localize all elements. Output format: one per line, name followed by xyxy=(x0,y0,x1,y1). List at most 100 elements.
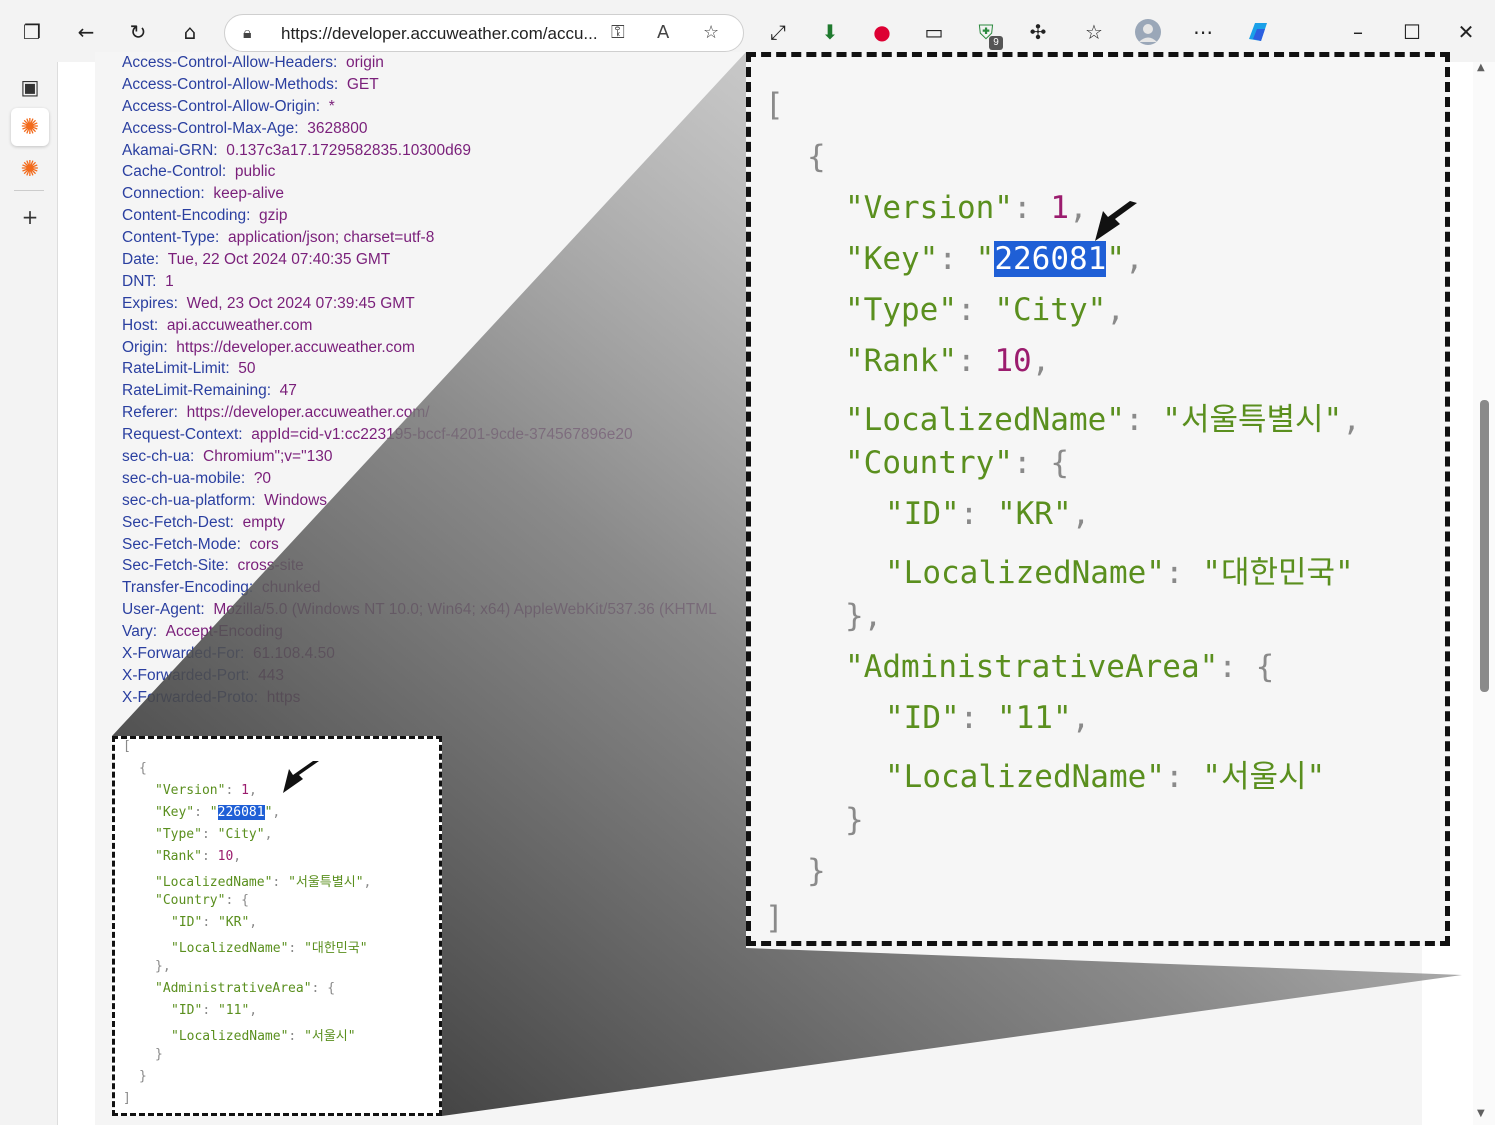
tab-actions-icon[interactable]: ▣ xyxy=(11,68,49,106)
header-row: Request-Context: appId=cid-v1:cc223195-b… xyxy=(122,424,762,446)
header-name: Sec-Fetch-Site: xyxy=(122,557,229,575)
json-key-country: "Country" xyxy=(155,893,226,908)
home-icon[interactable]: ⌂ xyxy=(172,14,208,50)
header-value: appId=cid-v1:cc223195-bccf-4201-9cde-374… xyxy=(251,426,633,444)
copilot-icon[interactable] xyxy=(1240,14,1276,50)
scroll-up-arrow[interactable]: ▲ xyxy=(1477,62,1485,73)
json-key-version: "Version" xyxy=(845,190,1013,226)
workspaces-icon[interactable]: ❐ xyxy=(14,14,50,50)
header-row: Host: api.accuweather.com xyxy=(122,315,762,337)
header-row: Referer: https://developer.accuweather.c… xyxy=(122,402,762,424)
header-value: 0.137c3a17.1729582835.10300d69 xyxy=(226,141,472,159)
header-name: User-Agent: xyxy=(122,601,205,619)
scroll-down-arrow[interactable]: ▼ xyxy=(1477,1108,1485,1119)
close-icon[interactable]: ✕ xyxy=(1448,14,1484,50)
json-value-key-selected[interactable]: 226081 xyxy=(217,805,265,820)
json-value-rank: 10 xyxy=(994,343,1032,379)
header-name: Cache-Control: xyxy=(122,163,227,181)
json-value-country-id: "KR" xyxy=(217,915,250,930)
header-name: X-Forwarded-For: xyxy=(122,645,245,663)
back-icon[interactable]: ← xyxy=(68,14,104,50)
header-name: Akamai-GRN: xyxy=(122,141,218,159)
header-row: Sec-Fetch-Dest: empty xyxy=(122,512,762,534)
header-value: cors xyxy=(249,535,279,553)
url-text[interactable]: https://developer.accuweather.com/accu..… xyxy=(281,24,601,44)
key-icon[interactable]: ⚿ xyxy=(611,22,625,43)
json-key-key: "Key" xyxy=(845,241,939,277)
header-name: RateLimit-Limit: xyxy=(122,360,230,378)
header-row: DNT: 1 xyxy=(122,271,762,293)
address-bar[interactable]: 🔒︎ https://developer.accuweather.com/acc… xyxy=(224,14,744,52)
header-value: api.accuweather.com xyxy=(166,316,313,334)
more-menu-icon[interactable]: ⋯ xyxy=(1185,14,1221,50)
json-response-small: [ { "Version": 1, "Key": "226081", "Type… xyxy=(112,736,442,1116)
color-picker-extension-icon[interactable]: ● xyxy=(864,14,900,50)
header-value: 50 xyxy=(238,360,256,378)
header-value: https xyxy=(266,688,301,706)
lock-icon[interactable]: 🔒︎ xyxy=(243,23,252,43)
header-row: Access-Control-Allow-Origin: * xyxy=(122,96,762,118)
header-row: X-Forwarded-Proto: https xyxy=(122,687,762,709)
tab-accuweather-active[interactable]: ✺ xyxy=(11,108,49,146)
header-row: Access-Control-Allow-Headers: origin xyxy=(122,52,762,74)
header-row: RateLimit-Remaining: 47 xyxy=(122,380,762,402)
header-value: ?0 xyxy=(253,469,272,487)
favorite-star-icon[interactable]: ☆ xyxy=(703,22,719,43)
extension-badge: 9 xyxy=(989,36,1003,50)
header-name: X-Forwarded-Proto: xyxy=(122,688,259,706)
header-value: 1 xyxy=(165,272,174,290)
header-value: gzip xyxy=(259,207,288,225)
header-name: Sec-Fetch-Dest: xyxy=(122,513,234,531)
header-name: Referer: xyxy=(122,404,178,422)
header-row: sec-ch-ua-mobile: ?0 xyxy=(122,468,762,490)
download-extension-icon[interactable]: ⬇ xyxy=(812,14,848,50)
json-value-type: "City" xyxy=(994,292,1107,328)
json-key-country-name: "LocalizedName" xyxy=(885,555,1165,591)
header-value: keep-alive xyxy=(213,185,285,203)
header-value: chunked xyxy=(261,579,321,597)
json-value-type: "City" xyxy=(217,827,265,842)
profile-avatar-icon[interactable] xyxy=(1130,14,1166,50)
pointer-arrow-icon xyxy=(1095,201,1137,241)
header-row: Expires: Wed, 23 Oct 2024 07:39:45 GMT xyxy=(122,293,762,315)
header-value: public xyxy=(234,163,276,181)
favorites-icon[interactable]: ☆ xyxy=(1076,14,1112,50)
header-row: X-Forwarded-Port: 443 xyxy=(122,665,762,687)
read-aloud-icon[interactable]: A xyxy=(657,22,669,43)
header-row: sec-ch-ua: Chromium";v="130 xyxy=(122,446,762,468)
header-row: Transfer-Encoding: chunked xyxy=(122,577,762,599)
header-value: Chromium";v="130 xyxy=(203,448,333,466)
header-name: sec-ch-ua: xyxy=(122,448,195,466)
header-row: Sec-Fetch-Mode: cors xyxy=(122,534,762,556)
extensions-puzzle-icon[interactable]: ✣ xyxy=(1020,14,1056,50)
header-value: 47 xyxy=(279,382,297,400)
header-value: cross-site xyxy=(237,557,304,575)
header-name: Host: xyxy=(122,316,159,334)
sidebar-divider xyxy=(14,190,44,191)
minimize-icon[interactable]: – xyxy=(1340,14,1376,50)
json-key-key: "Key" xyxy=(155,805,195,820)
json-value-key-selected[interactable]: 226081 xyxy=(994,241,1107,277)
header-row: User-Agent: Mozilla/5.0 (Windows NT 10.0… xyxy=(122,599,762,621)
header-name: Content-Encoding: xyxy=(122,207,251,225)
header-name: Vary: xyxy=(122,623,158,641)
tab-accuweather[interactable]: ✺ xyxy=(11,150,49,188)
json-key-admin-name: "LocalizedName" xyxy=(885,759,1165,795)
header-row: Content-Encoding: gzip xyxy=(122,205,762,227)
response-headers-list: Access-Control-Allow-Headers: origin Acce… xyxy=(122,52,762,709)
header-row: Connection: keep-alive xyxy=(122,183,762,205)
new-tab-plus-icon[interactable]: + xyxy=(11,198,49,236)
scrollbar-thumb[interactable] xyxy=(1480,400,1489,692)
header-name: Access-Control-Allow-Methods: xyxy=(122,75,339,93)
maximize-icon[interactable]: ☐ xyxy=(1394,14,1430,50)
header-name: sec-ch-ua-mobile: xyxy=(122,469,246,487)
header-row: X-Forwarded-For: 61.108.4.50 xyxy=(122,643,762,665)
accuweather-sun-icon: ✺ xyxy=(20,156,40,182)
header-value: application/json; charset=utf-8 xyxy=(227,229,435,247)
json-value-country-name: "대한민국" xyxy=(1202,555,1354,591)
header-value: Accept-Encoding xyxy=(165,623,283,641)
expand-icon[interactable]: ⤢ xyxy=(760,14,796,50)
refresh-icon[interactable]: ↻ xyxy=(120,14,156,50)
cast-icon[interactable]: ▭ xyxy=(916,14,952,50)
json-value-version: 1 xyxy=(241,783,249,798)
